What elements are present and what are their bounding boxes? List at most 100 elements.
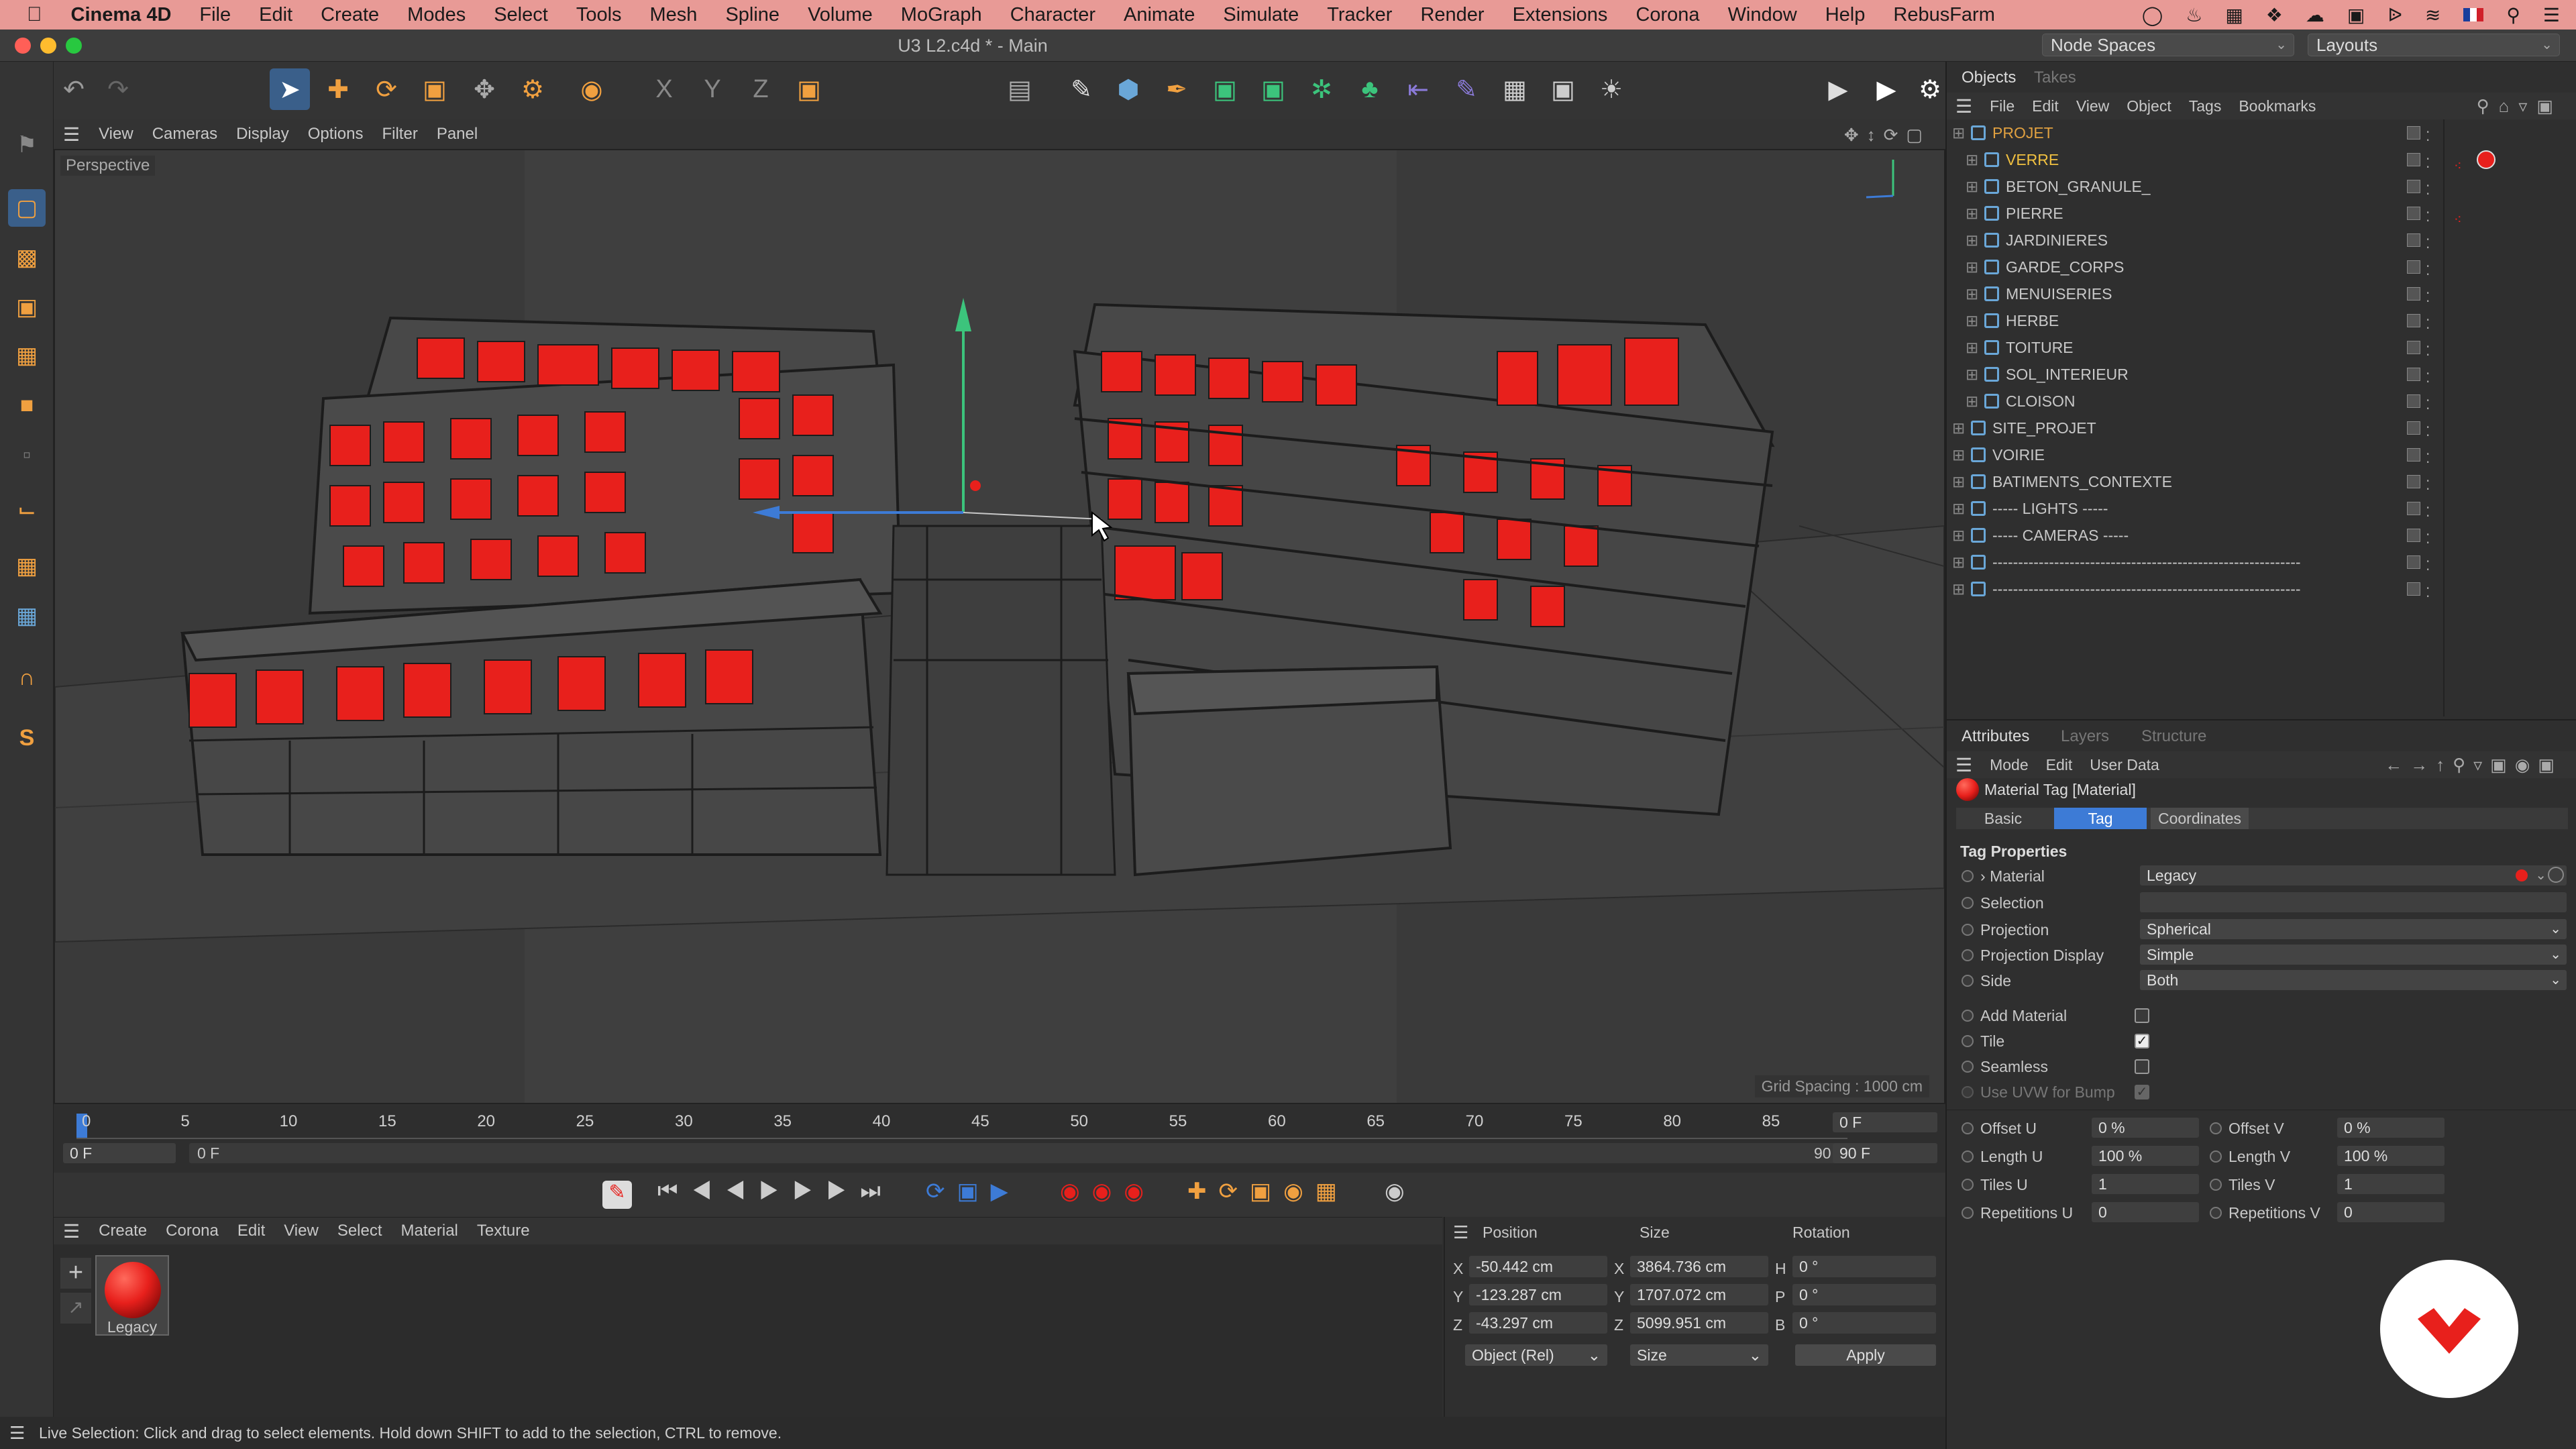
- rotation-p-field[interactable]: 0 °: [1792, 1284, 1936, 1305]
- render-view-icon[interactable]: ▶: [1818, 68, 1858, 110]
- object-row[interactable]: ⊞ MENUISERIES ⁚: [1947, 280, 2576, 307]
- menu-render[interactable]: Render: [1406, 4, 1498, 26]
- animate-radio[interactable]: [1962, 897, 1974, 909]
- visibility-check[interactable]: [2407, 475, 2420, 488]
- end-frame-field[interactable]: 90 F: [1833, 1143, 1937, 1163]
- offset-u-field[interactable]: 0 %: [2092, 1118, 2199, 1138]
- polygons-mode-icon[interactable]: ■: [8, 386, 46, 424]
- expand-icon[interactable]: ⊞: [1966, 334, 1978, 361]
- attr-menu-edit[interactable]: Edit: [2037, 756, 2082, 774]
- object-row[interactable]: ⊞ BATIMENTS_CONTEXTE ⁚: [1947, 468, 2576, 495]
- current-frame-field[interactable]: 0 F: [1833, 1112, 1937, 1132]
- display-icon[interactable]: ▣: [2347, 4, 2365, 26]
- pick-material-icon[interactable]: ↗: [60, 1293, 91, 1324]
- visibility-check[interactable]: [2407, 207, 2420, 220]
- size-mode-dropdown[interactable]: Size ⌄: [1630, 1344, 1768, 1366]
- menu-extensions[interactable]: Extensions: [1499, 4, 1622, 26]
- coordinate-system-icon[interactable]: ▣: [789, 68, 829, 110]
- field-icon[interactable]: ✎: [1446, 68, 1487, 110]
- expand-icon[interactable]: ⊞: [1952, 576, 1965, 602]
- menu-modes[interactable]: Modes: [393, 4, 480, 26]
- apply-button[interactable]: Apply: [1795, 1344, 1936, 1366]
- subtab-coordinates[interactable]: Coordinates: [2151, 808, 2249, 829]
- control-center-icon[interactable]: ☰: [2543, 4, 2560, 26]
- objects-toolbar-icons[interactable]: ⚲⌂▿▣: [2477, 96, 2563, 117]
- animate-radio[interactable]: [2210, 1150, 2222, 1163]
- render-queue-icon[interactable]: ▤: [1000, 68, 1040, 110]
- tab-takes[interactable]: Takes: [2034, 68, 2076, 87]
- mat-menu-corona[interactable]: Corona: [156, 1222, 228, 1240]
- undo-icon[interactable]: ↶: [54, 68, 94, 110]
- object-row[interactable]: ⊞ ---------------------------------------…: [1947, 549, 2576, 576]
- start-frame-field[interactable]: 0 F: [63, 1143, 176, 1163]
- visibility-check[interactable]: [2407, 368, 2420, 381]
- creative-cloud-icon[interactable]: ◯: [2142, 4, 2163, 26]
- grid-icon[interactable]: ▦: [2225, 4, 2243, 26]
- menu-app[interactable]: Cinema 4D: [57, 4, 186, 26]
- magnet-icon[interactable]: ∩: [8, 659, 46, 696]
- length-v-field[interactable]: 100 %: [2337, 1146, 2445, 1166]
- animate-radio[interactable]: [1962, 924, 1974, 936]
- cube-icon[interactable]: ⬢: [1108, 68, 1148, 110]
- expand-icon[interactable]: ⊞: [1966, 200, 1978, 227]
- hamburger-icon[interactable]: ☰: [1947, 95, 1981, 117]
- menu-character[interactable]: Character: [996, 4, 1110, 26]
- loop-icon[interactable]: ⟳▣▶: [926, 1178, 1020, 1205]
- subtab-tag[interactable]: Tag: [2054, 808, 2147, 829]
- place-icon[interactable]: ⚙: [513, 68, 553, 110]
- timeline[interactable]: 051015202530354045505560657075808590 0 F…: [54, 1106, 1945, 1173]
- floor-icon[interactable]: ▦: [1495, 68, 1535, 110]
- menu-tracker[interactable]: Tracker: [1313, 4, 1406, 26]
- object-row[interactable]: ⊞ PIERRE ⁚ ⁖: [1947, 200, 2576, 227]
- projection-dropdown[interactable]: Spherical ⌄: [2140, 919, 2567, 939]
- expand-icon[interactable]: ⊞: [1952, 441, 1965, 468]
- size-z-field[interactable]: 5099.951 cm: [1630, 1312, 1768, 1334]
- expand-icon[interactable]: ⊞: [1966, 361, 1978, 388]
- animate-radio[interactable]: [1962, 870, 1974, 882]
- tab-objects[interactable]: Objects: [1962, 68, 2016, 87]
- tile-checkbox[interactable]: ✓: [2135, 1034, 2149, 1049]
- viewport-menu-cameras[interactable]: Cameras: [143, 125, 227, 144]
- expand-icon[interactable]: ⊞: [1952, 495, 1965, 522]
- menu-tools[interactable]: Tools: [562, 4, 636, 26]
- menu-select[interactable]: Select: [480, 4, 562, 26]
- x-axis-lock-icon[interactable]: X: [644, 68, 684, 110]
- visibility-check[interactable]: [2407, 126, 2420, 140]
- animate-radio[interactable]: [1962, 1122, 1974, 1134]
- expand-icon[interactable]: ⊞: [1952, 415, 1965, 441]
- pick-icon[interactable]: [2548, 867, 2564, 883]
- obj-menu-edit[interactable]: Edit: [2023, 97, 2068, 115]
- rotation-b-field[interactable]: 0 °: [1792, 1312, 1936, 1334]
- hamburger-icon[interactable]: ☰: [54, 1220, 89, 1242]
- menu-mesh[interactable]: Mesh: [636, 4, 712, 26]
- apple-icon[interactable]: : [0, 3, 57, 26]
- position-y-field[interactable]: -123.287 cm: [1469, 1284, 1607, 1305]
- obj-menu-file[interactable]: File: [1981, 97, 2023, 115]
- menu-create[interactable]: Create: [307, 4, 393, 26]
- menu-edit[interactable]: Edit: [245, 4, 307, 26]
- texture-mode-icon[interactable]: ▩: [8, 239, 46, 276]
- frame-range-slider[interactable]: 0 F 90 F: [189, 1143, 1853, 1163]
- add-material-checkbox[interactable]: [2135, 1008, 2149, 1023]
- coordinate-mode-dropdown[interactable]: Object (Rel) ⌄: [1465, 1344, 1607, 1366]
- visibility-check[interactable]: [2407, 233, 2420, 247]
- repetitions-u-field[interactable]: 0: [2092, 1202, 2199, 1222]
- transform-icon[interactable]: ✥: [464, 68, 504, 110]
- object-row[interactable]: ⊞ TOITURE ⁚: [1947, 334, 2576, 361]
- snap-icon[interactable]: ▦: [8, 597, 46, 635]
- attributes-toolbar-icons[interactable]: ←→↑⚲▿▣◉▣: [2385, 755, 2563, 775]
- menu-help[interactable]: Help: [1811, 4, 1880, 26]
- wifi-icon[interactable]: ≋: [2425, 4, 2440, 26]
- expand-icon[interactable]: ⊞: [1966, 227, 1978, 254]
- z-axis-lock-icon[interactable]: Z: [741, 68, 781, 110]
- spline-pen-icon[interactable]: ✎: [1061, 68, 1102, 110]
- extrude-icon[interactable]: ▣: [1253, 68, 1293, 110]
- visibility-dots-icon[interactable]: ⁚: [2426, 580, 2430, 606]
- obj-menu-object[interactable]: Object: [2118, 97, 2180, 115]
- object-row[interactable]: ⊞ SOL_INTERIEUR ⁚: [1947, 361, 2576, 388]
- animate-radio[interactable]: [1962, 975, 1974, 987]
- visibility-check[interactable]: [2407, 529, 2420, 542]
- offset-v-field[interactable]: 0 %: [2337, 1118, 2445, 1138]
- expand-icon[interactable]: ⊞: [1966, 388, 1978, 415]
- workplane-icon[interactable]: ▦: [8, 547, 46, 585]
